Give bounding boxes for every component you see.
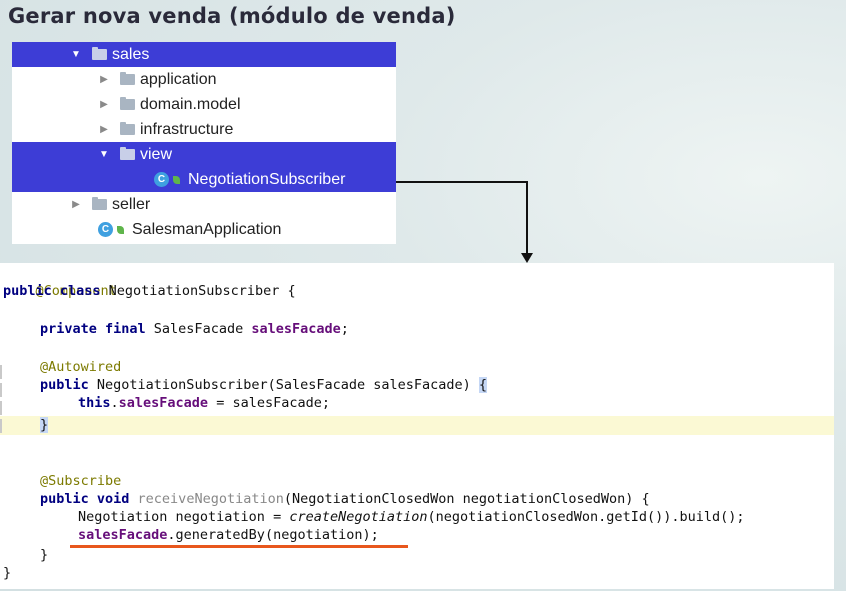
- chevron-right-icon[interactable]: ▶: [98, 99, 110, 110]
- code-line: public void receiveNegotiation(Negotiati…: [40, 490, 650, 508]
- tree-item-label: application: [140, 70, 217, 88]
- code-line: }: [40, 416, 49, 434]
- tree-item-domain-model[interactable]: ▶ domain.model: [12, 92, 396, 117]
- folder-icon: [120, 97, 135, 110]
- keyword: public class: [3, 283, 109, 299]
- closing-brace: }: [40, 547, 49, 563]
- spring-leaf-icon: [117, 225, 124, 234]
- current-line-highlight: [0, 416, 834, 435]
- tree-item-label: sales: [112, 45, 150, 63]
- tree-item-label: seller: [112, 195, 151, 213]
- tree-item-application[interactable]: ▶ application: [12, 67, 396, 92]
- chevron-right-icon[interactable]: ▶: [70, 199, 82, 210]
- statement: (negotiationClosedWon.getId()).build();: [427, 509, 745, 525]
- tree-item-label: infrastructure: [140, 120, 234, 138]
- code-line: Negotiation negotiation = createNegotiat…: [78, 508, 744, 526]
- class-icon: C: [154, 172, 169, 187]
- tree-item-label: view: [140, 145, 173, 163]
- method-call: .generatedBy(negotiation);: [167, 527, 379, 543]
- keyword: public: [40, 377, 97, 393]
- folder-icon: [92, 197, 107, 210]
- statement: Negotiation negotiation =: [78, 509, 290, 525]
- connector-line: [396, 181, 527, 183]
- gutter-marker: [0, 419, 2, 433]
- class-name: NegotiationSubscriber {: [108, 283, 296, 299]
- matched-brace: }: [40, 417, 49, 433]
- project-tree: ▼ sales ▶ application ▶ domain.model ▶ i…: [12, 42, 396, 244]
- tree-item-label: domain.model: [140, 95, 241, 113]
- tree-item-label: NegotiationSubscriber: [188, 170, 346, 188]
- connector-line: [526, 181, 528, 255]
- punctuation: ;: [340, 321, 349, 337]
- type-name: SalesFacade: [153, 321, 252, 337]
- gutter-marker: [0, 365, 2, 379]
- folder-icon: [120, 147, 135, 160]
- code-line: public NegotiationSubscriber(SalesFacade…: [40, 376, 488, 394]
- method-name: receiveNegotiation: [137, 491, 284, 507]
- code-line: private final SalesFacade salesFacade;: [40, 320, 349, 338]
- annotation: @Subscribe: [40, 473, 122, 489]
- folder-icon: [120, 72, 135, 85]
- assignment: = salesFacade;: [208, 395, 330, 411]
- keyword: this: [78, 395, 111, 411]
- field-name: salesFacade: [118, 395, 209, 411]
- tree-item-label: SalesmanApplication: [132, 220, 282, 238]
- keyword: public void: [40, 491, 138, 507]
- field-name: salesFacade: [251, 321, 341, 337]
- chevron-down-icon[interactable]: ▼: [70, 49, 82, 60]
- class-icon: C: [98, 222, 113, 237]
- gutter-marker: [0, 383, 2, 397]
- code-line: this.salesFacade = salesFacade;: [78, 394, 330, 412]
- chevron-right-icon[interactable]: ▶: [98, 124, 110, 135]
- code-line: @Component: [3, 264, 117, 299]
- code-line: salesFacade.generatedBy(negotiation);: [78, 526, 379, 544]
- spring-leaf-icon: [173, 175, 180, 184]
- tree-item-negotiation-subscriber[interactable]: C NegotiationSubscriber: [12, 167, 396, 192]
- folder-icon: [120, 122, 135, 135]
- tree-item-infrastructure[interactable]: ▶ infrastructure: [12, 117, 396, 142]
- field-name: salesFacade: [78, 527, 168, 543]
- arrow-down-icon: [521, 253, 533, 263]
- code-line: }: [40, 546, 48, 564]
- parameters: (NegotiationClosedWon negotiationClosedW…: [283, 491, 650, 507]
- code-line: @Autowired: [40, 358, 121, 376]
- closing-brace: }: [3, 565, 12, 581]
- tree-item-salesman-application[interactable]: C SalesmanApplication: [12, 217, 396, 242]
- slide-title: Gerar nova venda (módulo de venda): [8, 4, 456, 28]
- gutter-marker: [0, 401, 2, 415]
- emphasis-underline: [70, 545, 408, 548]
- code-line: @Subscribe: [40, 472, 121, 490]
- chevron-right-icon[interactable]: ▶: [98, 74, 110, 85]
- code-line: }: [3, 564, 11, 582]
- tree-item-sales[interactable]: ▼ sales: [12, 42, 396, 67]
- punctuation: .: [110, 395, 119, 411]
- matched-brace: {: [478, 377, 488, 393]
- constructor-signature: NegotiationSubscriber(SalesFacade salesF…: [96, 377, 479, 393]
- keyword: private final: [40, 321, 154, 337]
- static-call: createNegotiation: [289, 509, 428, 525]
- code-editor[interactable]: @Component public class NegotiationSubsc…: [0, 263, 834, 589]
- tree-item-view[interactable]: ▼ view: [12, 142, 396, 167]
- chevron-down-icon[interactable]: ▼: [98, 149, 110, 160]
- tree-item-seller[interactable]: ▶ seller: [12, 192, 396, 217]
- annotation: @Autowired: [40, 359, 122, 375]
- code-line: public class NegotiationSubscriber {: [3, 282, 296, 300]
- folder-icon: [92, 47, 107, 60]
